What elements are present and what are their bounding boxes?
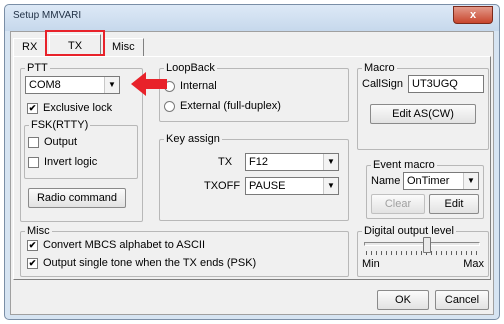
dialog-client: RX TX Misc PTT COM8 ▼ ✔ Exclusive lock F… — [10, 30, 494, 315]
checkmark-icon: ✔ — [27, 239, 38, 251]
cancel-button[interactable]: Cancel — [435, 290, 489, 310]
txoff-key-value: PAUSE — [249, 180, 286, 192]
macro-group-label: Macro — [362, 62, 397, 74]
ok-button[interactable]: OK — [377, 290, 429, 310]
invert-logic-label: Invert logic — [44, 156, 98, 168]
fsk-output-checkbox[interactable]: Output — [28, 136, 77, 148]
tab-tx[interactable]: TX — [49, 34, 101, 56]
chevron-down-icon: ▼ — [104, 77, 119, 93]
callsign-label: CallSign — [362, 78, 403, 90]
txoff-key-label: TXOFF — [204, 180, 241, 192]
ptt-port-value: COM8 — [29, 79, 61, 91]
event-name-label: Name — [371, 175, 401, 187]
txoff-key-select[interactable]: PAUSE ▼ — [245, 177, 339, 195]
exclusive-lock-checkbox[interactable]: ✔ Exclusive lock — [27, 102, 112, 114]
tx-tab-page: PTT COM8 ▼ ✔ Exclusive lock FSK(RTTY) Ou… — [13, 56, 491, 280]
invert-logic-checkbox[interactable]: Invert logic — [28, 156, 97, 168]
tab-misc[interactable]: Misc — [103, 38, 144, 56]
loopback-external-label: External (full-duplex) — [180, 100, 281, 112]
slider-max-label: Max — [463, 258, 484, 270]
fsk-rtty-group: FSK(RTTY) Output Invert logic — [24, 119, 138, 179]
event-clear-button[interactable]: Clear — [371, 194, 425, 214]
checkmark-icon: ✔ — [27, 102, 38, 114]
window-title: Setup MMVARI — [13, 10, 82, 21]
callsign-input[interactable] — [408, 75, 484, 93]
fsk-output-label: Output — [44, 136, 78, 148]
tab-label: RX — [22, 41, 38, 53]
loopback-internal-label: Internal — [180, 80, 217, 92]
fsk-rtty-group-label: FSK(RTTY) — [29, 119, 91, 131]
checkmark-icon: ✔ — [27, 257, 38, 269]
exclusive-lock-label: Exclusive lock — [43, 102, 113, 114]
loopback-group-label: LoopBack — [164, 62, 217, 74]
event-name-select[interactable]: OnTimer ▼ — [403, 172, 479, 190]
tab-label: TX — [67, 40, 83, 52]
chevron-down-icon: ▼ — [463, 173, 478, 189]
radio-dot — [164, 100, 175, 112]
loopback-group: LoopBack Internal External (full-duplex) — [159, 62, 349, 122]
loopback-internal-radio[interactable]: Internal — [164, 80, 217, 92]
ptt-group-label: PTT — [25, 62, 50, 74]
title-bar: Setup MMVARI x — [5, 5, 499, 31]
misc-group: Misc ✔ Convert MBCS alphabet to ASCII ✔ … — [20, 225, 349, 277]
digital-output-slider-ticks — [366, 251, 478, 255]
convert-mbcs-label: Convert MBCS alphabet to ASCII — [43, 239, 206, 251]
checkbox-box — [28, 156, 39, 168]
ptt-group: PTT COM8 ▼ ✔ Exclusive lock FSK(RTTY) Ou… — [20, 62, 143, 222]
tab-strip: RX TX Misc — [11, 30, 493, 56]
dialog-window: Setup MMVARI x RX TX Misc PTT COM8 ▼ ✔ E… — [4, 4, 500, 320]
chevron-down-icon: ▼ — [323, 178, 338, 194]
digital-output-slider-thumb[interactable] — [423, 237, 432, 253]
single-tone-checkbox[interactable]: ✔ Output single tone when the TX ends (P… — [27, 257, 256, 269]
loopback-external-radio[interactable]: External (full-duplex) — [164, 100, 281, 112]
red-arrow-icon — [131, 72, 167, 96]
key-assign-group-label: Key assign — [164, 133, 222, 145]
misc-group-label: Misc — [25, 225, 52, 237]
tx-key-select[interactable]: F12 ▼ — [245, 153, 339, 171]
edit-as-cw-button[interactable]: Edit AS(CW) — [370, 104, 476, 124]
tab-rx[interactable]: RX — [13, 38, 47, 56]
ptt-port-select[interactable]: COM8 ▼ — [25, 76, 120, 94]
event-edit-button[interactable]: Edit — [429, 194, 479, 214]
chevron-down-icon: ▼ — [323, 154, 338, 170]
macro-group: Macro CallSign Edit AS(CW) — [357, 62, 489, 150]
single-tone-label: Output single tone when the TX ends (PSK… — [43, 257, 257, 269]
event-macro-group-label: Event macro — [371, 159, 437, 171]
event-macro-group: Event macro Name OnTimer ▼ Clear Edit — [366, 159, 484, 219]
digital-output-level-label: Digital output level — [362, 225, 456, 237]
tx-key-value: F12 — [249, 156, 268, 168]
close-button[interactable]: x — [453, 6, 493, 24]
slider-min-label: Min — [362, 258, 380, 270]
key-assign-group: Key assign TX F12 ▼ TXOFF PAUSE ▼ — [159, 133, 349, 221]
event-name-value: OnTimer — [407, 175, 450, 187]
radio-command-button[interactable]: Radio command — [28, 188, 126, 208]
digital-output-level-group: Digital output level Min Max — [357, 225, 489, 277]
tab-label: Misc — [112, 41, 135, 53]
tx-key-label: TX — [218, 156, 233, 168]
close-icon: x — [469, 9, 477, 21]
checkbox-box — [28, 136, 39, 148]
convert-mbcs-checkbox[interactable]: ✔ Convert MBCS alphabet to ASCII — [27, 239, 205, 251]
digital-output-slider-track[interactable] — [364, 242, 480, 246]
